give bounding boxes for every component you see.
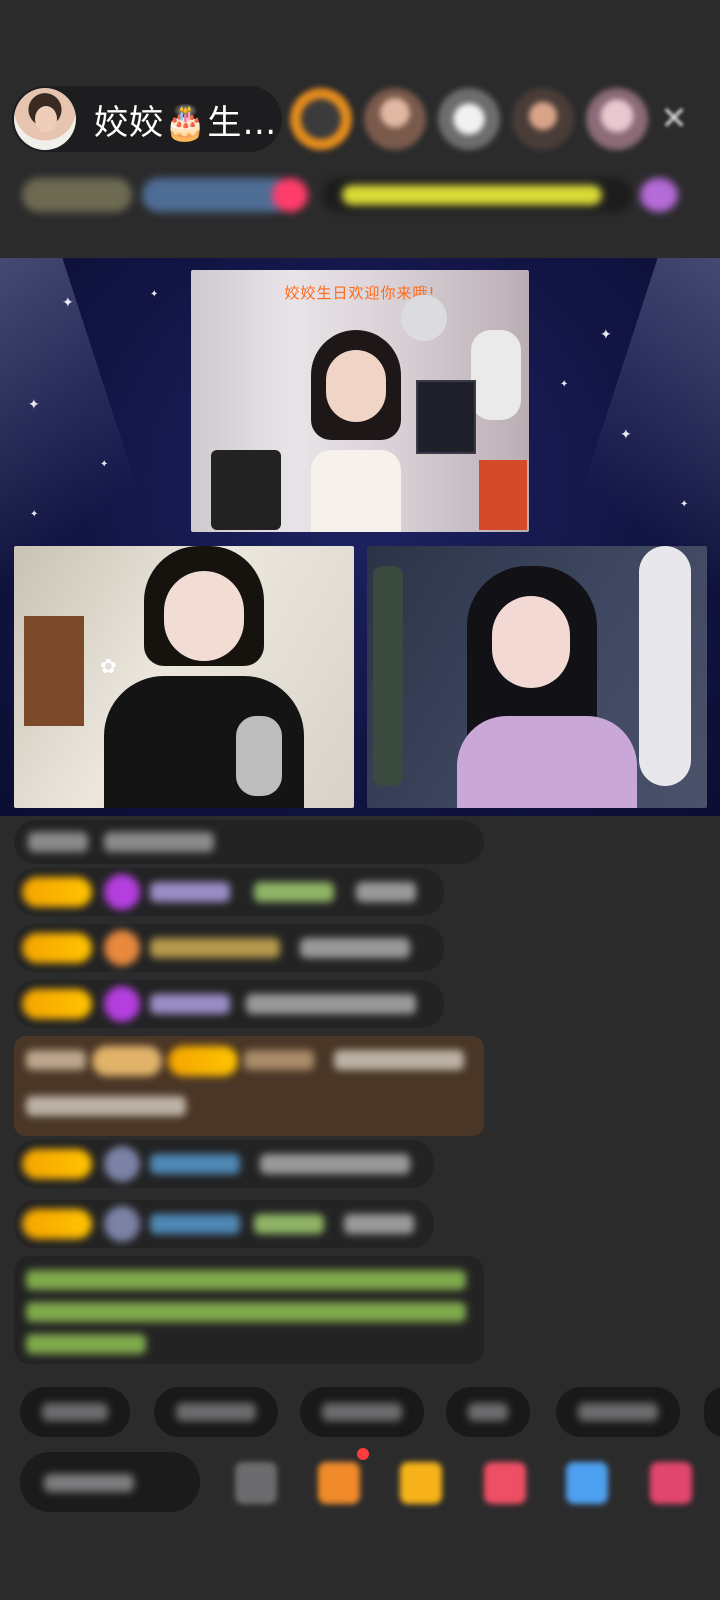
event-icon[interactable]: [640, 178, 678, 212]
plant-prop: [373, 566, 403, 786]
user-avatar: [104, 1146, 140, 1182]
microphone-prop: [236, 716, 282, 796]
chat-username: [244, 1050, 314, 1070]
chat-username: [150, 882, 230, 902]
flower-bouquet-prop: [471, 330, 521, 420]
chat-message[interactable]: [14, 868, 444, 916]
gift-box-icon[interactable]: [400, 1462, 442, 1504]
star-decoration: ✦: [150, 289, 159, 300]
chat-text: [104, 832, 214, 852]
shelf-prop: [24, 616, 84, 726]
rank-banner-text: [342, 185, 602, 205]
chat-text: [260, 1154, 410, 1174]
chat-username: [150, 994, 230, 1014]
chat-message[interactable]: [14, 1140, 434, 1188]
star-decoration: ✦: [680, 499, 689, 510]
quick-reply-pill[interactable]: [20, 1387, 130, 1437]
gem-icon: [104, 874, 140, 910]
avatar-face: [35, 106, 57, 132]
shop-icon[interactable]: [318, 1462, 360, 1504]
user-level-badge: [168, 1046, 238, 1076]
more-icon[interactable]: [650, 1462, 692, 1504]
gem-icon: [104, 986, 140, 1022]
chat-text: [334, 1050, 464, 1070]
chat-message[interactable]: [14, 924, 444, 972]
quick-reply-pill[interactable]: [556, 1387, 680, 1437]
host-video-feed[interactable]: 姣姣生日欢迎你来哦!: [191, 270, 529, 532]
vip-badge: [92, 1046, 162, 1076]
host-name: 姣姣🎂生…: [94, 102, 278, 143]
viewer-avatar[interactable]: [512, 88, 574, 150]
live-room-screen: 姣姣🎂生… ✕ ✦ ✦ ✦ ✦ ✦ ✦ ✦ ✦ ✦ 姣姣生日欢迎你来哦! ✿: [0, 0, 720, 1600]
notice-text: [26, 1334, 146, 1354]
room-stat-chip[interactable]: [142, 178, 292, 212]
picture-frame-prop: [479, 460, 527, 530]
chat-text: [26, 1096, 186, 1116]
user-level-badge: [22, 877, 92, 907]
star-decoration: ✦: [100, 459, 109, 470]
notice-text: [26, 1270, 466, 1290]
chat-text: [246, 994, 416, 1014]
close-icon[interactable]: ✕: [656, 100, 692, 136]
gift-chip[interactable]: [272, 178, 308, 212]
user-level-badge: [22, 1209, 92, 1239]
viewer-avatar[interactable]: [586, 88, 648, 150]
chat-message-highlight[interactable]: [14, 1036, 484, 1136]
quick-reply-pill[interactable]: [446, 1387, 530, 1437]
lamp-prop: [639, 546, 691, 786]
quick-reply-pill[interactable]: [704, 1387, 720, 1437]
medal-icon: [104, 930, 140, 966]
stream-caption: 姣姣生日欢迎你来哦!: [284, 284, 436, 302]
user-level-badge: [22, 933, 92, 963]
star-decoration: ✦: [560, 379, 569, 390]
game-icon[interactable]: [566, 1462, 608, 1504]
streamer-silhouette: [301, 330, 411, 532]
guest-video-feed-right[interactable]: [367, 546, 707, 808]
chat-input[interactable]: [20, 1452, 200, 1512]
chat-username: [150, 938, 280, 958]
chat-username: [150, 1154, 240, 1174]
chat-text: [254, 1214, 324, 1234]
user-level-badge: [22, 989, 92, 1019]
viewer-avatar[interactable]: [290, 88, 352, 150]
quick-reply-pill[interactable]: [300, 1387, 424, 1437]
emoji-icon[interactable]: [235, 1462, 277, 1504]
top-viewers-list: [290, 88, 648, 150]
picture-frame-prop: [416, 380, 476, 454]
streamer-silhouette: [447, 566, 647, 808]
balloon-prop: [401, 295, 447, 341]
star-decoration: ✦: [30, 509, 39, 520]
host-avatar[interactable]: [14, 88, 76, 150]
chat-message[interactable]: [14, 1200, 434, 1248]
star-decoration: ✦: [620, 427, 632, 443]
chat-text: [300, 938, 410, 958]
chat-username: [150, 1214, 240, 1234]
chat-message[interactable]: [14, 980, 444, 1028]
gift-icon[interactable]: [484, 1462, 526, 1504]
host-profile-pill[interactable]: 姣姣🎂生…: [12, 86, 282, 152]
chat-username: [254, 882, 334, 902]
sofa-prop: [211, 450, 281, 530]
chat-text: [356, 882, 416, 902]
star-decoration: ✦: [62, 295, 74, 311]
viewer-avatar[interactable]: [364, 88, 426, 150]
flower-sticker: ✿: [100, 654, 117, 678]
system-notice: [14, 1256, 484, 1364]
star-decoration: ✦: [600, 327, 612, 343]
guest-video-feed-left[interactable]: ✿: [14, 546, 354, 808]
room-stat-chip[interactable]: [22, 178, 132, 212]
chat-text: [344, 1214, 414, 1234]
viewer-avatar[interactable]: [438, 88, 500, 150]
chat-text: [28, 832, 88, 852]
quick-reply-pill[interactable]: [154, 1387, 278, 1437]
user-level-badge: [22, 1149, 92, 1179]
notification-dot: [357, 1448, 369, 1460]
chat-text: [26, 1050, 86, 1070]
star-decoration: ✦: [28, 397, 40, 413]
room-info-row: [22, 172, 692, 218]
notice-text: [26, 1302, 466, 1322]
user-avatar: [104, 1206, 140, 1242]
chat-message[interactable]: [14, 820, 484, 864]
live-stage: ✦ ✦ ✦ ✦ ✦ ✦ ✦ ✦ ✦ 姣姣生日欢迎你来哦! ✿: [0, 258, 720, 816]
